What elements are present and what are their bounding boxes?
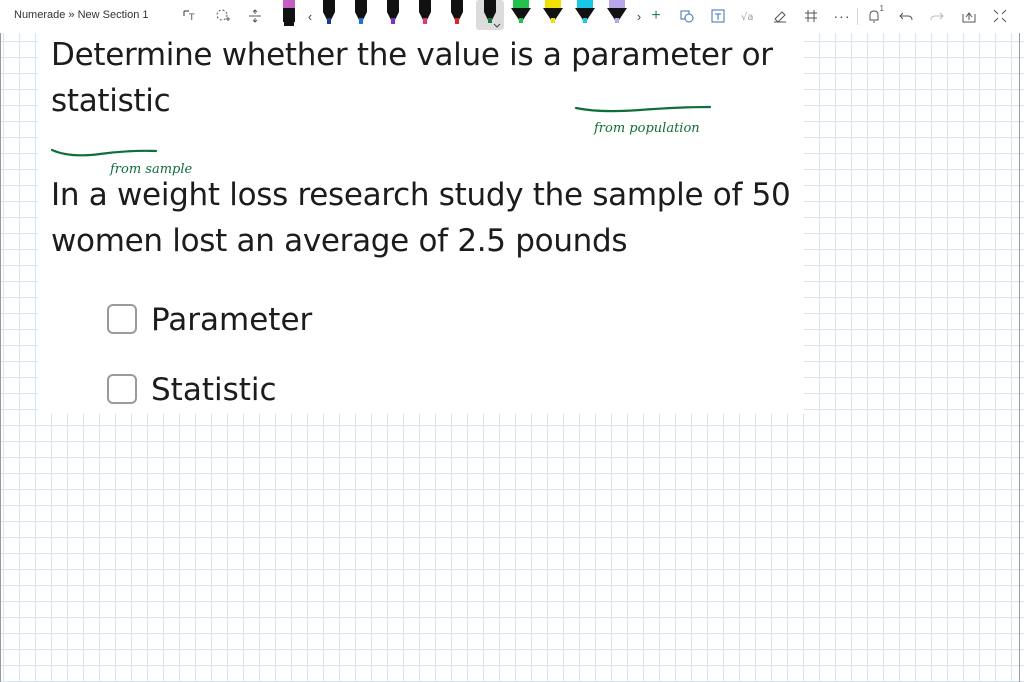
option-label-parameter: Parameter	[151, 302, 313, 338]
highlighter-cyan[interactable]	[573, 0, 597, 30]
redo-icon[interactable]	[925, 4, 949, 28]
ink-to-text-icon[interactable]	[706, 4, 730, 28]
right-border	[1019, 33, 1020, 682]
eraser-icon[interactable]	[768, 4, 792, 28]
undo-icon[interactable]	[894, 4, 918, 28]
handwritten-note-from-population: from population	[594, 121, 700, 136]
svg-text:√a: √a	[741, 12, 754, 23]
question-line-2: statistic	[51, 83, 171, 119]
ink-to-math-icon[interactable]: √a	[737, 4, 761, 28]
question-line-1: Determine whether the value is a paramet…	[51, 37, 773, 73]
fullscreen-icon[interactable]	[988, 4, 1012, 28]
pen-pink[interactable]	[415, 0, 435, 30]
share-icon[interactable]	[957, 4, 981, 28]
ruler-icon[interactable]	[799, 4, 823, 28]
pen-blue[interactable]	[351, 0, 371, 30]
more-options-icon[interactable]: ···	[830, 4, 854, 28]
toolbar-divider	[857, 8, 858, 25]
notification-count: 1	[879, 4, 884, 13]
option-label-statistic: Statistic	[151, 372, 277, 408]
notifications-icon[interactable]: 1	[862, 4, 886, 28]
pen-black-marker[interactable]	[279, 0, 299, 30]
ink-to-shape-icon[interactable]	[675, 4, 699, 28]
breadcrumb[interactable]: Numerade » New Section 1	[14, 9, 149, 21]
add-space-icon[interactable]	[211, 4, 235, 28]
checkbox-statistic[interactable]	[107, 374, 137, 404]
checkbox-parameter[interactable]	[107, 304, 137, 334]
highlighter-green[interactable]	[509, 0, 533, 30]
insert-space-icon[interactable]	[243, 4, 267, 28]
lasso-select-icon[interactable]: T	[179, 4, 203, 28]
left-border	[0, 33, 1, 682]
pen-black[interactable]	[319, 0, 339, 30]
pen-red[interactable]	[447, 0, 467, 30]
question-card: Determine whether the value is a paramet…	[38, 30, 804, 414]
question-body-line-2: women lost an average of 2.5 pounds	[51, 223, 628, 259]
pen-green-selected[interactable]	[476, 0, 504, 30]
add-pen-icon[interactable]: +	[644, 4, 668, 28]
highlighter-yellow[interactable]	[541, 0, 565, 30]
highlighter-lavender[interactable]	[605, 0, 629, 30]
svg-text:T: T	[188, 13, 195, 23]
toolbar: Numerade » New Section 1 T ‹ › + √a ··· …	[0, 0, 1024, 34]
pen-purple[interactable]	[383, 0, 403, 30]
handwritten-note-from-sample: from sample	[110, 162, 193, 177]
question-body-line-1: In a weight loss research study the samp…	[51, 177, 791, 213]
